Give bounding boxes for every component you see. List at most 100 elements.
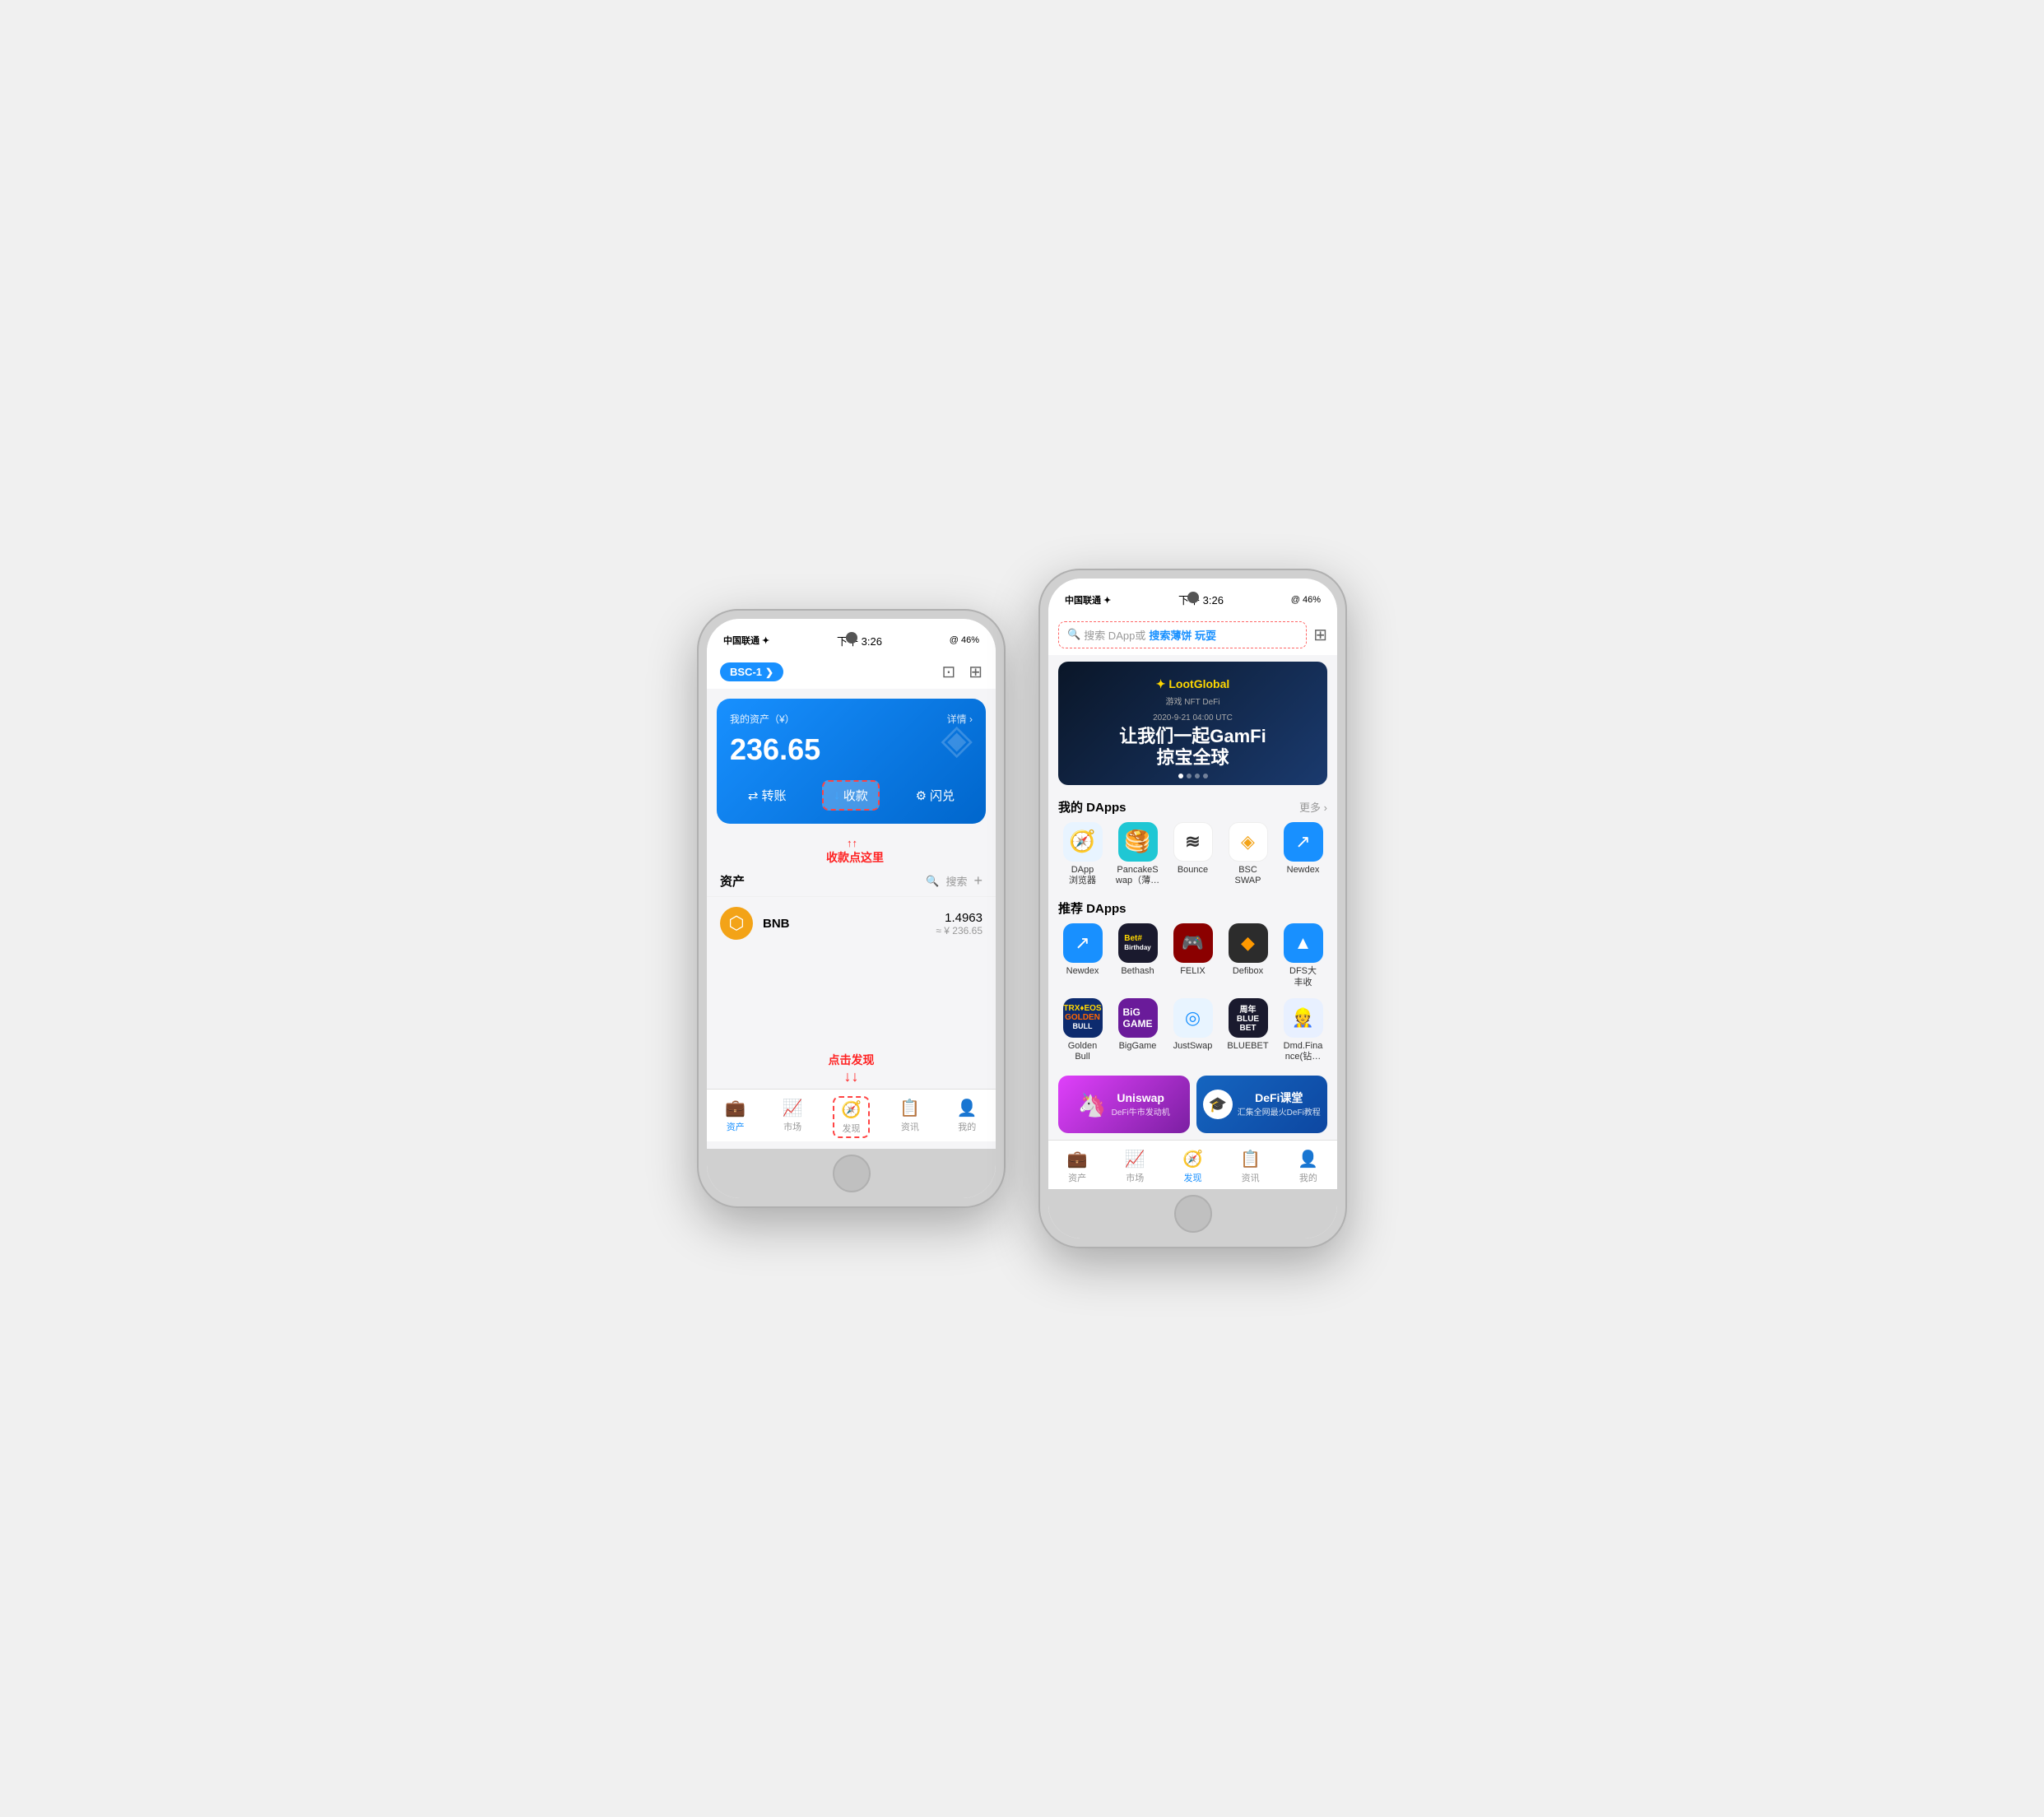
- discover-nav-icon: 🧭: [841, 1099, 862, 1120]
- home-button-phone2[interactable]: [1174, 1195, 1212, 1233]
- recommended-dapps-header: 推荐 DApps: [1048, 893, 1337, 920]
- search-topbar: 🔍 搜索 DApp或 搜索薄饼 玩耍 ⊞: [1048, 615, 1337, 655]
- banner-logo: ✦ LootGlobal: [1119, 677, 1266, 691]
- dapp-goldenbull[interactable]: TRX♦EOSGOLDENBULL GoldenBull: [1055, 998, 1110, 1062]
- dapp-browser[interactable]: 🧭 DApp浏览器: [1055, 822, 1110, 886]
- nav-news-phone1[interactable]: 📋 资讯: [893, 1096, 927, 1138]
- dapp-dmdfinance[interactable]: 👷 Dmd.Finance(钻…: [1275, 998, 1331, 1062]
- add-asset-button[interactable]: +: [973, 872, 983, 890]
- home-button-area: [707, 1149, 996, 1198]
- search-icon-assets[interactable]: 🔍: [926, 875, 939, 888]
- dapp-justswap-icon: ◎: [1173, 998, 1213, 1038]
- nav-assets-phone2[interactable]: 💼 资产: [1061, 1147, 1094, 1186]
- nav-market-phone1[interactable]: 📈 市场: [776, 1096, 810, 1138]
- nav-profile-phone1[interactable]: 👤 我的: [950, 1096, 984, 1138]
- dapp-browser-icon: 🧭: [1063, 822, 1103, 862]
- dapp-newdex-rec-icon: ↗: [1063, 923, 1103, 963]
- nav-discover-phone2[interactable]: 🧭 发现: [1176, 1147, 1210, 1186]
- bnb-asset-item[interactable]: ⬡ BNB 1.4963 ≈ ¥ 236.65: [707, 896, 996, 950]
- dapp-newdex-my[interactable]: ↗ Newdex: [1275, 822, 1331, 886]
- receive-annotation: ↑↑ 收款点这里: [707, 834, 996, 866]
- dapp-newdex-my-icon: ↗: [1284, 822, 1323, 862]
- dapp-justswap[interactable]: ◎ JustSwap: [1165, 998, 1220, 1062]
- defi-logo: 🎓: [1203, 1090, 1233, 1119]
- banner-tags: 游戏 NFT DeFi: [1119, 695, 1266, 707]
- dapp-dfs-name: DFS大丰收: [1289, 966, 1317, 988]
- banner-dot-4: [1203, 774, 1208, 778]
- bottom-nav-phone1: 💼 资产 📈 市场 🧭 发现 📋 资讯 👤 我的: [707, 1089, 996, 1141]
- dapp-pancakeswap-name: PancakeSwap（薄…: [1116, 865, 1159, 886]
- nav-discover-phone1[interactable]: 🧭 发现: [833, 1096, 870, 1138]
- bsc-arrow-icon: ❯: [765, 667, 773, 678]
- recommended-dapps-row1: ↗ Newdex Bet#Birthday Bethash 🎮 FELIX: [1048, 920, 1337, 994]
- bsc-network-badge[interactable]: BSC-1 ❯: [720, 662, 783, 681]
- profile-nav-icon-p2: 👤: [1298, 1149, 1318, 1169]
- transfer-button[interactable]: ⇄ 转账: [748, 780, 787, 811]
- assets-nav-icon-p2: 💼: [1067, 1149, 1088, 1169]
- battery-phone1: @ 46%: [950, 635, 979, 645]
- bottom-nav-phone2: 💼 资产 📈 市场 🧭 发现 📋 资讯 👤 我的: [1048, 1140, 1337, 1189]
- dapp-bethash[interactable]: Bet#Birthday Bethash: [1110, 923, 1165, 988]
- spacer1: [707, 950, 996, 1048]
- market-nav-icon: 📈: [783, 1098, 803, 1118]
- time-phone2: 下午 3:26: [1178, 592, 1224, 607]
- uniswap-sub: DeFi牛市发动机: [1112, 1105, 1170, 1118]
- dapp-bscswap-name: BSCSWAP: [1235, 865, 1261, 886]
- my-dapps-more[interactable]: 更多 ›: [1299, 799, 1327, 815]
- asset-list-header: 资产 🔍 搜索 +: [707, 866, 996, 896]
- phone-2: 中国联通 ✦ 下午 3:26 @ 46% 🔍 搜索 DApp或 搜索薄饼 玩耍 …: [1038, 569, 1347, 1248]
- discover-annotation-text: 点击发现: [710, 1052, 992, 1068]
- dapp-dmdfinance-icon: 👷: [1284, 998, 1323, 1038]
- banner-main2: 掠宝全球: [1119, 747, 1266, 769]
- nav-market-phone2[interactable]: 📈 市场: [1118, 1147, 1152, 1186]
- banner-dots: [1178, 774, 1208, 778]
- recommended-dapps-row2: TRX♦EOSGOLDENBULL GoldenBull BiGGAME Big…: [1048, 995, 1337, 1069]
- dapp-bluebet[interactable]: 周年BLUEBET BLUEBET: [1220, 998, 1275, 1062]
- dapp-newdex-my-name: Newdex: [1287, 865, 1320, 876]
- dapp-dfs[interactable]: ▲ DFS大丰收: [1275, 923, 1331, 988]
- nav-profile-phone2[interactable]: 👤 我的: [1291, 1147, 1325, 1186]
- my-dapps-header: 我的 DApps 更多 ›: [1048, 792, 1337, 819]
- camera-phone2: [1187, 592, 1199, 603]
- diamond-decoration: ◈: [941, 715, 973, 763]
- dapp-bscswap[interactable]: ◈ BSCSWAP: [1220, 822, 1275, 886]
- dapp-felix[interactable]: 🎮 FELIX: [1165, 923, 1220, 988]
- asset-card-header: 我的资产（¥） 详情 ›: [730, 712, 973, 726]
- search-label[interactable]: 搜索: [945, 873, 967, 889]
- scan-icon[interactable]: ⊡: [941, 662, 955, 682]
- dapp-dfs-icon: ▲: [1284, 923, 1323, 963]
- nav-news-phone2[interactable]: 📋 资讯: [1233, 1147, 1267, 1186]
- home-button-area-phone2: [1048, 1189, 1337, 1238]
- topbar-phone1: BSC-1 ❯ ⊡ ⊞: [707, 655, 996, 689]
- dapp-defibox-icon: ◆: [1229, 923, 1268, 963]
- dapp-pancakeswap[interactable]: 🥞 PancakeSwap（薄…: [1110, 822, 1165, 886]
- dapp-bounce-name: Bounce: [1178, 865, 1208, 876]
- annotation-arrow-up: ↑↑: [707, 837, 996, 849]
- nav-assets-phone1[interactable]: 💼 资产: [718, 1096, 752, 1138]
- qr-scan-icon[interactable]: ⊞: [1313, 625, 1327, 645]
- promo-uniswap[interactable]: 🦄 Uniswap DeFi牛市发动机: [1058, 1076, 1190, 1133]
- receive-button[interactable]: ↓ 收款: [822, 780, 880, 811]
- battery-phone2: @ 46%: [1291, 595, 1321, 605]
- dapp-newdex-rec[interactable]: ↗ Newdex: [1055, 923, 1110, 988]
- promo-row: 🦄 Uniswap DeFi牛市发动机 🎓 DeFi课堂 汇集全网最火DeFi教…: [1048, 1069, 1337, 1140]
- dapp-biggame-name: BigGame: [1119, 1041, 1157, 1052]
- banner-dot-2: [1187, 774, 1192, 778]
- my-dapps-title: 我的 DApps: [1058, 798, 1127, 816]
- transfer-icon: ⇄: [748, 788, 759, 803]
- search-input-box[interactable]: 🔍 搜索 DApp或 搜索薄饼 玩耍: [1058, 621, 1307, 648]
- receive-icon: ↓: [834, 788, 840, 802]
- search-icon-phone2: 🔍: [1067, 628, 1080, 641]
- dapp-defibox[interactable]: ◆ Defibox: [1220, 923, 1275, 988]
- promo-banner[interactable]: ✦ LootGlobal 游戏 NFT DeFi 2020-9-21 04:00…: [1058, 662, 1327, 785]
- dapp-biggame[interactable]: BiGGAME BigGame: [1110, 998, 1165, 1062]
- exchange-button[interactable]: ⚙ 闪兑: [916, 780, 955, 811]
- grid-icon[interactable]: ⊞: [969, 662, 983, 682]
- time-phone1: 下午 3:26: [837, 633, 882, 648]
- home-button-phone1[interactable]: [833, 1155, 871, 1192]
- promo-defi[interactable]: 🎓 DeFi课堂 汇集全网最火DeFi教程: [1196, 1076, 1328, 1133]
- uniswap-icon: 🦄: [1078, 1091, 1107, 1118]
- dapp-defibox-name: Defibox: [1233, 966, 1263, 977]
- dapp-bounce[interactable]: ≋ Bounce: [1165, 822, 1220, 886]
- annotation-receive-text: 收款点这里: [707, 849, 996, 866]
